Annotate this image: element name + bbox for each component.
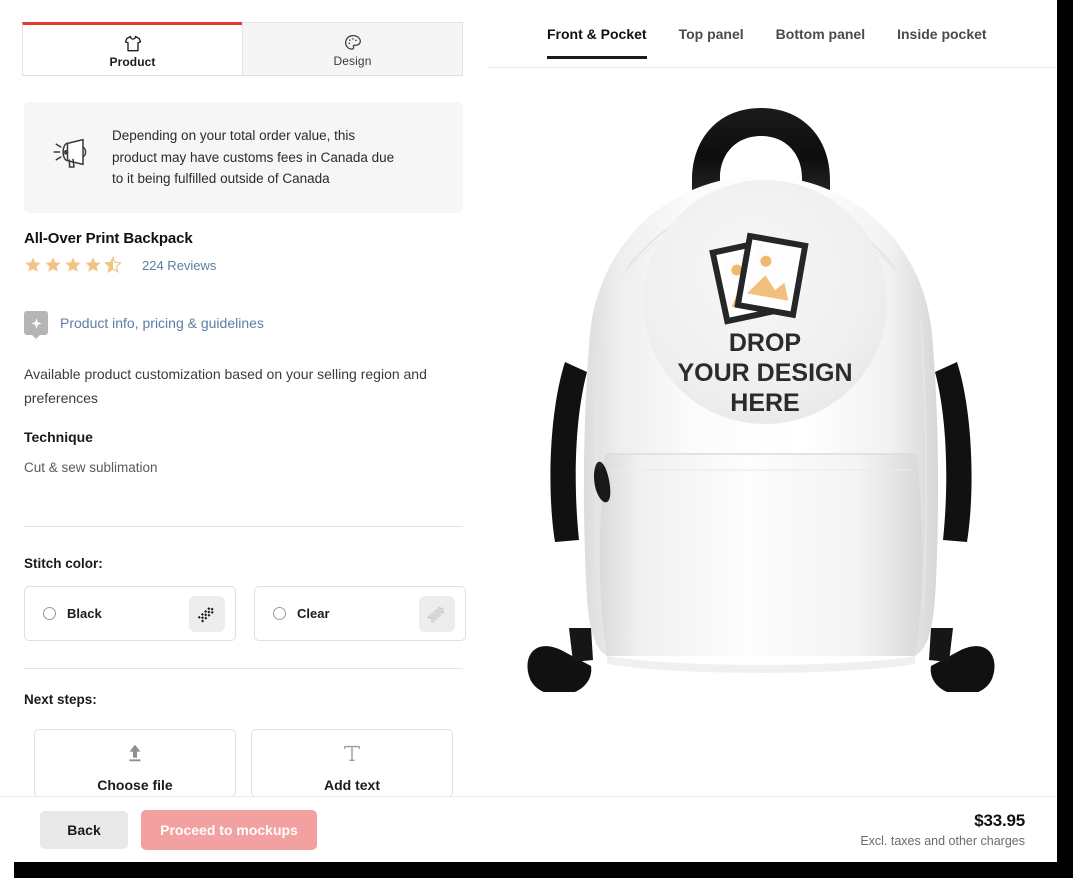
tab-product[interactable]: Product <box>22 22 242 76</box>
star-icon <box>85 257 101 272</box>
radio-clear[interactable] <box>273 607 286 620</box>
customization-description: Available product customization based on… <box>24 366 427 406</box>
drop-line-3: HERE <box>730 389 799 417</box>
page-title: All-Over Print Backpack <box>24 230 193 247</box>
back-button[interactable]: Back <box>40 810 128 849</box>
reviews-link[interactable]: 224 Reviews <box>142 258 216 273</box>
sidebar-tabstrip: Product Design <box>22 22 463 76</box>
panel-tabs: Front & Pocket Top panel Bottom panel In… <box>487 20 1057 68</box>
technique-value: Cut & sew sublimation <box>24 460 158 475</box>
add-text-label: Add text <box>324 777 380 793</box>
add-text-button[interactable]: Add text <box>251 729 453 796</box>
choose-file-button[interactable]: Choose file <box>34 729 236 796</box>
bottom-action-bar: Back Proceed to mockups $33.95 Excl. tax… <box>0 796 1057 862</box>
star-icon <box>45 257 61 272</box>
stitch-option-clear[interactable]: Clear <box>254 586 466 641</box>
drop-line-1: DROP <box>729 329 801 357</box>
product-info-link-row[interactable]: Product info, pricing & guidelines <box>24 311 264 335</box>
next-steps-label: Next steps: <box>24 692 97 707</box>
star-half-icon <box>104 256 122 273</box>
tab-bottom-panel[interactable]: Bottom panel <box>776 20 865 59</box>
stitch-clear-icon <box>419 595 455 632</box>
megaphone-icon <box>50 137 92 178</box>
tab-inside-pocket[interactable]: Inside pocket <box>897 20 986 59</box>
app-root: Product Design Depending on your total o… <box>0 0 1073 878</box>
price-block: $33.95 Excl. taxes and other charges <box>860 811 1025 848</box>
stitch-black-icon <box>189 595 225 632</box>
window-edge-bottom <box>14 862 1073 878</box>
next-steps-options: Choose file Add text <box>34 729 453 796</box>
customs-notice: Depending on your total order value, thi… <box>24 102 463 213</box>
product-sidebar: Product Design Depending on your total o… <box>0 0 487 796</box>
tab-design-label: Design <box>333 53 372 68</box>
info-badge-icon <box>24 311 48 335</box>
tshirt-icon <box>123 32 143 54</box>
tab-front-and-pocket[interactable]: Front & Pocket <box>547 20 647 59</box>
radio-black[interactable] <box>43 607 56 620</box>
stitch-option-black[interactable]: Black <box>24 586 236 641</box>
stitch-option-black-label: Black <box>67 606 102 621</box>
text-icon <box>341 742 363 769</box>
section-divider <box>24 668 463 669</box>
mockup-preview-panel: Front & Pocket Top panel Bottom panel In… <box>487 0 1057 796</box>
star-icon <box>65 257 81 272</box>
price-note: Excl. taxes and other charges <box>860 834 1025 848</box>
stitch-color-options: Black Clear <box>24 586 466 641</box>
palette-icon <box>343 31 363 53</box>
section-divider <box>24 526 463 527</box>
rating-row: 224 Reviews <box>24 256 216 274</box>
choose-file-label: Choose file <box>97 777 173 793</box>
proceed-to-mockups-button[interactable]: Proceed to mockups <box>141 809 317 850</box>
star-rating <box>24 256 122 274</box>
tab-product-label: Product <box>109 54 156 69</box>
customs-notice-text: Depending on your total order value, thi… <box>112 128 395 187</box>
backpack-mockup[interactable]: DROP YOUR DESIGN HERE <box>487 72 1057 696</box>
technique-label: Technique <box>24 429 93 445</box>
stitch-option-clear-label: Clear <box>297 606 330 621</box>
tab-design[interactable]: Design <box>242 22 463 76</box>
upload-icon <box>124 742 146 769</box>
window-edge-right <box>1057 0 1073 866</box>
price-value: $33.95 <box>974 811 1025 830</box>
product-info-link-label: Product info, pricing & guidelines <box>60 315 264 331</box>
tabstrip-divider <box>22 75 463 76</box>
drop-line-2: YOUR DESIGN <box>677 359 852 387</box>
tab-top-panel[interactable]: Top panel <box>679 20 744 59</box>
panel-tabs-divider <box>487 67 1057 68</box>
star-icon <box>25 257 41 272</box>
stitch-color-label: Stitch color: <box>24 556 103 571</box>
